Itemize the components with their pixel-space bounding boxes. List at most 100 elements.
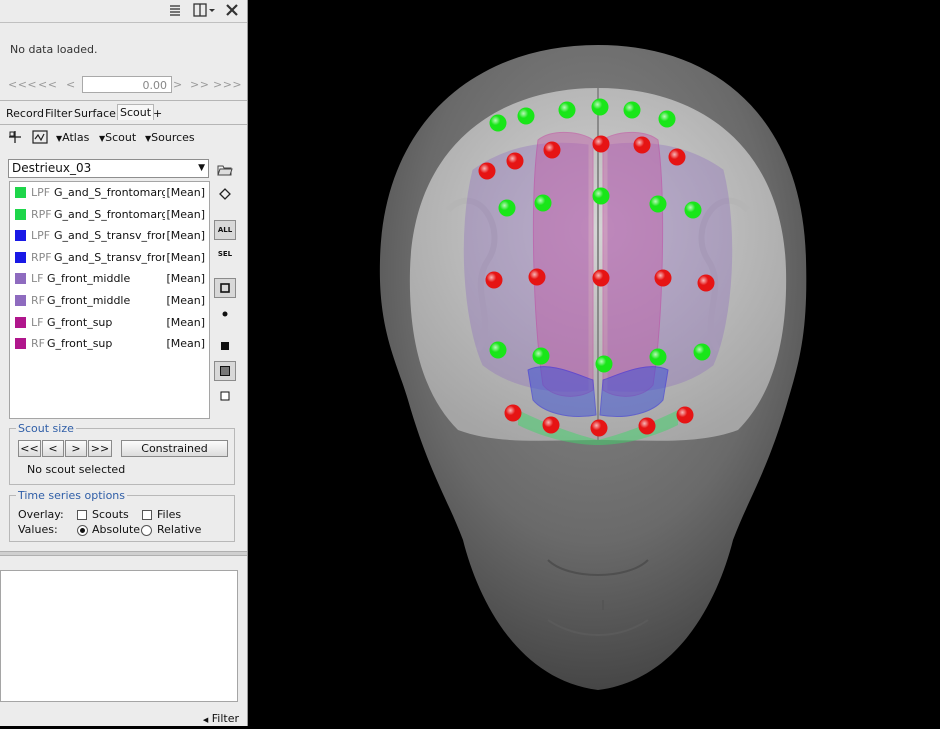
scout-row[interactable]: RPF G_and_S_frontomargin [Mean] [10, 204, 209, 225]
time-value-input[interactable]: 0.00 [82, 76, 172, 93]
show-selected-button[interactable]: SEL [214, 244, 236, 264]
time-forward-one-button[interactable]: > [173, 78, 183, 91]
time-back-far-button[interactable]: <<< [8, 78, 37, 91]
scout-row[interactable]: LF G_front_middle [Mean] [10, 268, 209, 289]
scout-hemisphere: RF [31, 337, 45, 351]
contour-square-icon[interactable] [214, 278, 236, 298]
scout-row[interactable]: LPFG_and_S_transv_frontopol[Mean] [10, 225, 209, 246]
time-series-options-title: Time series options [16, 489, 128, 502]
scout-hemisphere: RPF [31, 250, 52, 264]
timeseries-icon[interactable] [32, 130, 48, 147]
scout-hemisphere: LPF [31, 229, 51, 243]
time-forward-more-button[interactable]: >> [190, 78, 209, 91]
scout-toolbar: ▼Atlas ▼Scout ▼Sources [0, 128, 247, 148]
paint-bucket-icon[interactable] [214, 184, 236, 204]
constrained-button[interactable]: Constrained [121, 440, 228, 457]
atlas-menu-label: Atlas [62, 131, 90, 144]
empty-square-icon[interactable] [214, 386, 236, 406]
scout-menu-label: Scout [105, 131, 137, 144]
scout-color-swatch [15, 273, 26, 285]
time-back-more-button[interactable]: << [38, 78, 57, 91]
sensor-highlight [528, 268, 546, 286]
values-absolute-label: Absolute [92, 523, 141, 536]
shrink-all-button[interactable]: << [18, 440, 41, 457]
panel-splitter[interactable] [0, 551, 247, 556]
overlay-files-label: Files [157, 508, 182, 521]
crosshair-icon[interactable] [8, 130, 22, 147]
sensor-highlight [633, 136, 651, 154]
scout-function: [Mean] [165, 186, 205, 199]
scout-row[interactable]: LF G_front_sup [Mean] [10, 312, 209, 333]
shrink-button[interactable]: < [42, 440, 64, 457]
filter-button[interactable]: ◀ Filter [203, 712, 239, 725]
sensor-highlight [676, 406, 694, 424]
tab-record[interactable]: Record [6, 107, 44, 120]
grow-button[interactable]: > [65, 440, 87, 457]
values-label: Values: [18, 523, 58, 536]
scout-function: [Mean] [165, 294, 205, 307]
sensor-highlight [489, 114, 507, 132]
folder-open-icon[interactable] [214, 160, 236, 180]
sensor-highlight [592, 269, 610, 287]
gray-square-icon[interactable] [214, 361, 236, 381]
scout-row[interactable]: RPFG_and_S_transv_frontopol[Mean] [10, 247, 209, 268]
scout-menu[interactable]: ▼Scout [99, 131, 136, 144]
scout-hemisphere: RF [31, 294, 45, 307]
sensor-highlight [532, 347, 550, 365]
scout-row[interactable]: RF G_front_middle [Mean] [10, 290, 209, 311]
overlay-scouts-label: Scouts [92, 508, 129, 521]
values-absolute-radio[interactable] [77, 525, 88, 536]
sensor-highlight [654, 269, 672, 287]
info-text-area[interactable] [0, 570, 238, 702]
sources-menu[interactable]: ▼Sources [145, 131, 195, 144]
scout-row[interactable]: LPF G_and_S_frontomargin [Mean] [10, 182, 209, 203]
layout-icon[interactable] [192, 2, 216, 18]
grow-all-button[interactable]: >> [88, 440, 112, 457]
sensor-highlight [517, 107, 535, 125]
close-icon[interactable] [224, 2, 240, 18]
overlay-files-checkbox[interactable] [142, 510, 152, 520]
atlas-menu[interactable]: ▼Atlas [56, 131, 89, 144]
values-relative-radio[interactable] [141, 525, 152, 536]
scout-hemisphere: LPF [31, 186, 51, 199]
atlas-dropdown[interactable]: Destrieux_03 ▼ [8, 159, 209, 178]
panel-titlebar [0, 0, 247, 23]
status-text: No data loaded. [10, 43, 98, 56]
scout-color-swatch [15, 338, 26, 350]
scout-color-swatch [15, 230, 26, 242]
scout-name: G_front_sup [47, 337, 113, 351]
scout-list[interactable]: LPF G_and_S_frontomargin [Mean] RPF G_and_S_… [9, 181, 210, 419]
scout-size-group: Scout size << < > >> Constrained No scou… [9, 422, 235, 485]
overlay-scouts-checkbox[interactable] [77, 510, 87, 520]
tab-filter[interactable]: Filter [45, 107, 72, 120]
scout-function: [Mean] [165, 207, 205, 221]
tab-scout[interactable]: Scout [117, 104, 155, 120]
scout-function: [Mean] [165, 250, 205, 264]
scout-selection-status: No scout selected [27, 463, 126, 476]
list-icon[interactable] [167, 2, 183, 18]
head-render[interactable] [248, 0, 940, 726]
scout-hemisphere: RPF [31, 207, 52, 221]
small-dot-icon[interactable] [214, 304, 236, 324]
time-back-one-button[interactable]: < [66, 78, 76, 91]
sensor-highlight [693, 343, 711, 361]
tab-surface[interactable]: Surface [74, 107, 116, 120]
scout-function: [Mean] [165, 229, 205, 243]
time-series-options-group: Time series options Overlay: Scouts File… [9, 489, 235, 542]
atlas-dropdown-value: Destrieux_03 [12, 161, 92, 175]
3d-brain-viewport[interactable] [248, 0, 940, 726]
sources-menu-label: Sources [151, 131, 195, 144]
sensor-highlight [590, 419, 608, 437]
time-forward-far-button[interactable]: >>> [213, 78, 242, 91]
scout-row[interactable]: RF G_front_sup [Mean] [10, 333, 209, 354]
scout-name: G_front_middle [47, 272, 131, 286]
show-all-button[interactable]: ALL [214, 220, 236, 240]
divider [0, 100, 247, 101]
filled-square-icon[interactable] [214, 336, 236, 356]
tab-add[interactable]: + [153, 107, 162, 120]
scout-function: [Mean] [165, 315, 205, 329]
scout-name: G_and_S_frontomargin [54, 207, 168, 221]
scout-color-swatch [15, 316, 26, 328]
scout-name: G_and_S_transv_frontopol [54, 229, 168, 243]
scout-name: G_and_S_transv_frontopol [54, 250, 168, 264]
